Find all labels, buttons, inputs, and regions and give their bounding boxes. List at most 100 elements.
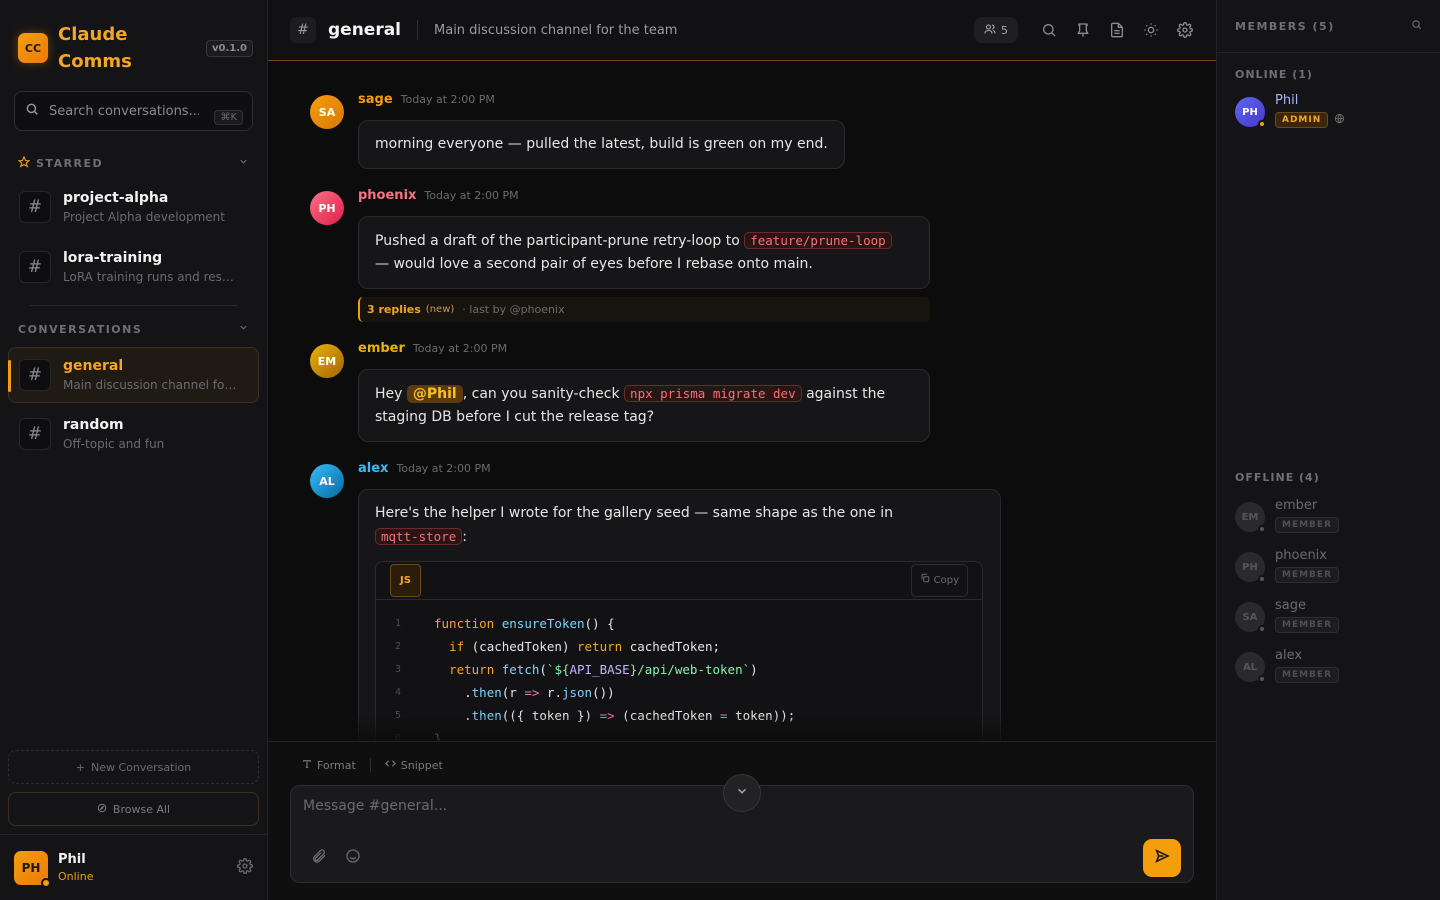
line-number: 4 — [394, 687, 402, 698]
message-input[interactable] — [303, 798, 1103, 824]
search-icon[interactable] — [1040, 21, 1058, 39]
role-badge: MEMBER — [1275, 667, 1339, 683]
format-toolbar: Format Snippet — [268, 742, 1216, 772]
scroll-to-bottom-button[interactable] — [723, 774, 761, 812]
chevron-down-icon[interactable] — [238, 322, 249, 336]
message-text: : — [462, 529, 467, 545]
browse-all-label: Browse All — [112, 802, 171, 816]
gear-icon[interactable] — [1176, 21, 1194, 39]
avatar-initials: SA — [1242, 611, 1258, 623]
channel-item-general[interactable]: # general Main discussion channel for th… — [8, 347, 259, 403]
message-text: against the — [801, 386, 886, 402]
code-line: 2 if (cachedToken) return cachedToken; — [376, 635, 982, 658]
send-button[interactable] — [1143, 839, 1181, 877]
globe-icon — [1334, 113, 1345, 128]
sidebar: CC Claude Comms v0.1.0 ⌘K STARRED # — [0, 0, 268, 900]
message: EM ember Today at 2:00 PM Hey @Phil, can… — [310, 341, 930, 442]
avatar[interactable]: AL — [310, 464, 344, 498]
copy-label: Copy — [933, 575, 959, 586]
channel-title: general — [328, 20, 402, 40]
snippet-button[interactable]: Snippet — [384, 758, 443, 772]
status-dot — [1258, 575, 1266, 583]
message-text: , can you sanity-check — [462, 386, 625, 402]
avatar[interactable]: EM — [310, 344, 344, 378]
member-name: phoenix — [1275, 548, 1327, 563]
role-badge: MEMBER — [1275, 517, 1339, 533]
channel-item-random[interactable]: # random Off-topic and fun — [8, 406, 259, 462]
hash-icon: # — [19, 359, 51, 391]
section-divider — [30, 305, 237, 306]
hash-icon: # — [19, 251, 51, 283]
member-item[interactable]: EM ember MEMBER — [1217, 498, 1440, 533]
sun-icon[interactable] — [1142, 21, 1160, 39]
browse-all-button[interactable]: Browse All — [8, 792, 259, 826]
message-text: Pushed a draft of the participant-prune … — [375, 233, 745, 249]
chevron-down-icon[interactable] — [238, 156, 249, 170]
starred-section-header[interactable]: STARRED — [0, 153, 267, 173]
message-text: Hey — [375, 386, 407, 402]
member-item[interactable]: PH Phil ADMIN — [1217, 93, 1440, 128]
scroll-fade — [268, 715, 1216, 741]
message-text: — would love a second pair of eyes befor… — [375, 256, 813, 272]
line-number: 2 — [394, 641, 402, 652]
star-icon — [17, 155, 31, 171]
code-line: 4 .then(r => r.json()) — [376, 681, 982, 704]
member-name: sage — [1275, 598, 1306, 613]
search-box[interactable]: ⌘K — [14, 91, 253, 131]
paperclip-icon[interactable] — [311, 848, 327, 868]
message-author[interactable]: phoenix — [358, 188, 416, 203]
thread-replies[interactable]: 3 replies (new) · last by @phoenix — [358, 297, 930, 322]
emoji-icon[interactable] — [345, 848, 361, 868]
member-count: 5 — [1001, 23, 1008, 37]
member-name: Phil — [1275, 93, 1299, 108]
code-block: JS Copy 1 function ensureToken() {2 if … — [375, 561, 983, 741]
hash-icon: # — [19, 191, 51, 223]
avatar-initials: PH — [1242, 106, 1258, 118]
file-icon[interactable] — [1108, 21, 1126, 39]
message-author[interactable]: alex — [358, 461, 388, 476]
avatar[interactable]: SA — [310, 95, 344, 129]
inline-code: mqtt-store — [375, 528, 463, 545]
user-mention[interactable]: @Phil — [406, 385, 463, 403]
member-item[interactable]: AL alex MEMBER — [1217, 648, 1440, 683]
copy-button[interactable]: Copy — [910, 564, 968, 597]
app-name: Claude Comms — [58, 24, 132, 72]
sidebar-footer: + New Conversation Browse All PH Phil On… — [0, 750, 267, 900]
users-icon — [984, 23, 996, 38]
search-input[interactable] — [49, 103, 199, 119]
member-item[interactable]: PH phoenix MEMBER — [1217, 548, 1440, 583]
conversations-section-header[interactable]: CONVERSATIONS — [0, 319, 267, 339]
message-time: Today at 2:00 PM — [396, 462, 491, 475]
message-time: Today at 2:00 PM — [424, 189, 519, 202]
online-group-label: ONLINE (1) — [1235, 68, 1313, 81]
new-conversation-button[interactable]: + New Conversation — [8, 750, 259, 784]
channel-item-project-alpha[interactable]: # project-alpha Project Alpha developmen… — [8, 179, 259, 235]
new-conversation-label: New Conversation — [91, 760, 192, 774]
message: SA sage Today at 2:00 PM morning everyon… — [310, 92, 845, 169]
member-item[interactable]: SA sage MEMBER — [1217, 598, 1440, 633]
message-time: Today at 2:00 PM — [412, 342, 508, 355]
gear-icon[interactable] — [237, 857, 253, 878]
avatar[interactable]: PH — [14, 850, 51, 888]
format-button[interactable]: Format — [302, 759, 356, 772]
channel-item-lora-training[interactable]: # lora-training LoRA training runs and r… — [8, 239, 259, 295]
message-list[interactable]: SA sage Today at 2:00 PM morning everyon… — [268, 61, 1216, 741]
search-icon[interactable] — [1411, 19, 1422, 33]
app-logo: CC — [18, 33, 48, 63]
message-author[interactable]: sage — [358, 92, 393, 107]
current-user-bar: PH Phil Online — [0, 834, 267, 900]
pin-icon[interactable] — [1074, 21, 1092, 39]
copy-icon — [920, 569, 930, 592]
channel-desc: Off-topic and fun — [63, 437, 165, 451]
member-count-button[interactable]: 5 — [974, 17, 1018, 43]
avatar[interactable]: PH — [310, 191, 344, 225]
message-bubble: morning everyone — pulled the latest, bu… — [358, 120, 845, 169]
message-author[interactable]: ember — [358, 341, 405, 356]
message-bubble: Pushed a draft of the participant-prune … — [358, 216, 930, 289]
format-label: Format — [317, 758, 356, 772]
code-icon — [384, 758, 396, 772]
avatar: EM — [1235, 502, 1266, 533]
code-text: return fetch(`${API_BASE}/api/web-token`… — [449, 662, 758, 677]
user-name: Phil — [58, 852, 86, 867]
channel-name: lora-training — [63, 250, 163, 266]
